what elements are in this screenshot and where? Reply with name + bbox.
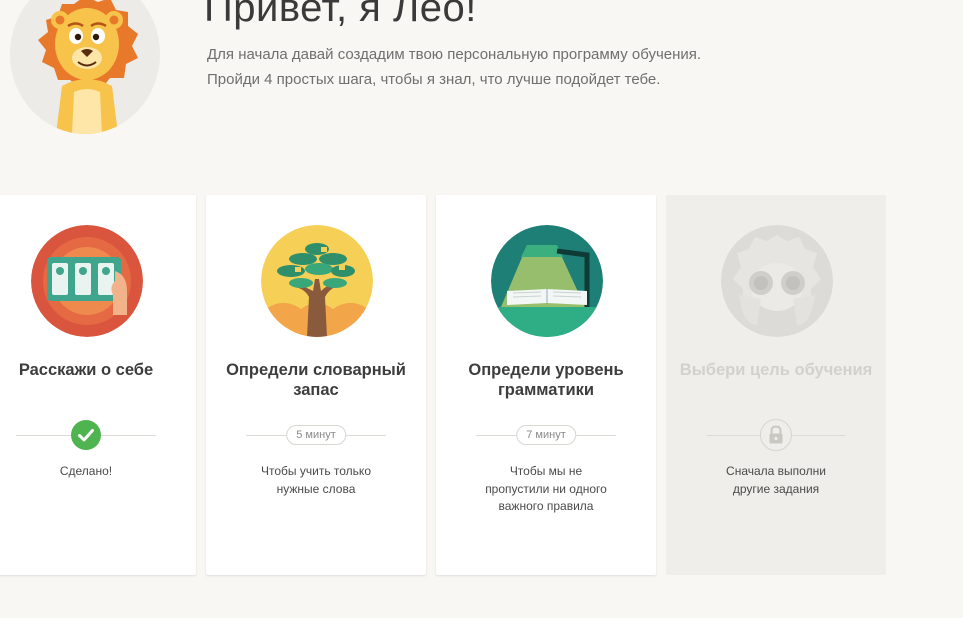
lion-icon (38, 0, 138, 134)
step-description-line-2: нужные слова (276, 481, 356, 496)
step-description-line-3: важного правила (498, 499, 594, 513)
step-description-line-1: Сначала выполни (726, 464, 826, 478)
subtitle-line-1: Для начала давай создадим твою персональ… (207, 46, 702, 63)
step-title: Расскажи о себе (18, 361, 154, 379)
step-title-line-1: Определи словарный (226, 361, 406, 379)
step-title-line-1: Определи уровень (468, 361, 624, 379)
page-title: Привет, я Лео! (204, 0, 477, 30)
step-description: Чтобы мы не пропустили ни одного важного… (456, 463, 636, 516)
step-title-line-2: грамматики (497, 381, 595, 399)
lock-icon (760, 419, 792, 451)
step-description: Сначала выполни другие задания (686, 463, 866, 498)
step-description-line-1: Чтобы мы не (509, 464, 583, 478)
step-title: Определи словарный запас (216, 360, 416, 400)
tree-icon (261, 225, 373, 337)
duration-badge: 5 минут (286, 425, 346, 445)
step-title: Определи уровень грамматики (446, 360, 646, 400)
step-status: Сделано! (59, 464, 113, 478)
step-description-line-2: другие задания (732, 481, 820, 496)
step-card-learning-goal: Выбери цель обучения Сначала выполни дру… (666, 195, 886, 575)
step-card-about-yourself[interactable]: Расскажи о себе Сделано! (0, 195, 196, 575)
duration-badge: 7 минут (516, 425, 576, 445)
step-description-line-1: Чтобы учить только (261, 464, 371, 478)
form-checklist-icon (31, 225, 143, 337)
step-title-line-2: запас (293, 381, 339, 399)
step-card-vocabulary[interactable]: Определи словарный запас 5 минут Чтобы у… (206, 195, 426, 575)
step-description-line-2: пропустили ни одного (485, 481, 607, 496)
lamp-book-icon (491, 225, 603, 337)
check-icon (71, 420, 101, 450)
subtitle-line-2: Пройди 4 простых шага, чтобы я знал, что… (207, 71, 661, 88)
step-card-grammar[interactable]: Определи уровень грамматики 7 минут Чтоб… (436, 195, 656, 575)
binoculars-icon (721, 225, 833, 337)
step-title: Выбери цель обучения (679, 361, 873, 379)
leo-avatar (10, 0, 160, 134)
step-description: Чтобы учить только нужные слова (226, 463, 406, 498)
